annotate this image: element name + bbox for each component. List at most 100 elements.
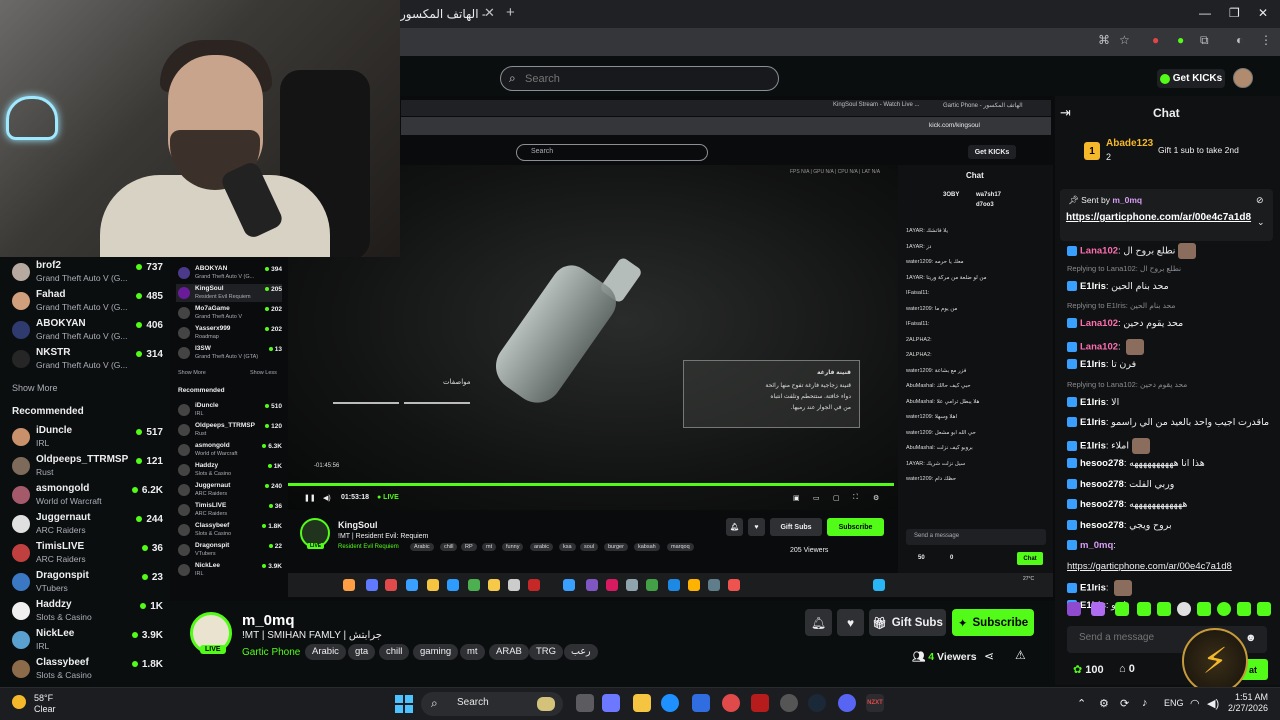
unpin-icon[interactable]: ⊘ bbox=[1256, 195, 1264, 206]
show-more-link[interactable]: Show More bbox=[12, 383, 58, 393]
gift-subs-button[interactable]: 🎁︎ Gift Subs bbox=[869, 609, 946, 636]
clock[interactable]: 1:51 AM 2/27/2026 bbox=[1228, 692, 1268, 714]
adobe-icon[interactable] bbox=[751, 694, 769, 712]
chat-username[interactable]: E1Iris bbox=[1080, 440, 1106, 451]
sidebar-channel[interactable]: brof2 Grand Theft Auto V (G... 737 bbox=[8, 257, 163, 285]
channel-avatar bbox=[12, 350, 30, 368]
chat-username[interactable]: E1Iris bbox=[1080, 582, 1106, 593]
extension-icon[interactable]: ● bbox=[1152, 33, 1159, 47]
panel-line: من في الجوار عند رميها. bbox=[790, 405, 851, 411]
collapse-chat-icon[interactable]: ⇥ bbox=[1060, 105, 1071, 121]
volume-icon[interactable]: ◀) bbox=[1207, 697, 1219, 710]
menu-icon[interactable]: ⋮ bbox=[1260, 33, 1272, 47]
search-input[interactable] bbox=[525, 70, 765, 88]
recommended-channel[interactable]: Classybeef Slots & Casino 1.8K bbox=[8, 654, 163, 682]
nzxt-icon[interactable]: NZXT bbox=[866, 694, 884, 712]
stream-tag[interactable]: ARAB bbox=[489, 644, 529, 660]
microphone-icon[interactable]: ♪ bbox=[1142, 697, 1148, 709]
sidebar-channel[interactable]: Fahad Grand Theft Auto V (G... 485 bbox=[8, 286, 163, 314]
chat-username[interactable]: E1Iris bbox=[1080, 359, 1106, 370]
task-view-icon[interactable] bbox=[576, 694, 594, 712]
file-explorer-icon[interactable] bbox=[633, 694, 651, 712]
chat-username[interactable]: E1Iris bbox=[1080, 281, 1106, 292]
stream-tag[interactable]: رعب bbox=[564, 644, 598, 660]
pinned-link[interactable]: https://garticphone.com/ar/00e4c7a1d8 bbox=[1066, 212, 1252, 224]
viewers-number: 4 bbox=[928, 651, 935, 663]
chat-username[interactable]: hesoo278 bbox=[1080, 499, 1124, 510]
settings-icon[interactable]: ⚙ bbox=[1099, 697, 1109, 710]
search-bar[interactable]: ⌕ bbox=[500, 66, 779, 91]
chevron-up-icon[interactable]: ⌃ bbox=[1077, 697, 1086, 710]
steam-icon[interactable] bbox=[808, 694, 826, 712]
chat-username[interactable]: Lana102 bbox=[1080, 341, 1118, 352]
chat-username[interactable]: m_0mq bbox=[1080, 540, 1113, 551]
chrome-icon[interactable] bbox=[722, 694, 740, 712]
sync-icon[interactable]: ⟳ bbox=[1120, 697, 1129, 710]
nested-chat-title: Chat bbox=[966, 171, 984, 180]
browser-tab[interactable]: الهاتف المكسور - bbox=[400, 7, 486, 21]
report-icon[interactable]: ⚠ bbox=[1015, 648, 1026, 662]
get-kicks-button[interactable]: Get KICKs bbox=[1157, 69, 1225, 88]
stream-tag[interactable]: TRG bbox=[529, 644, 564, 660]
subscribe-button[interactable]: ✦ Subscribe bbox=[952, 609, 1034, 636]
bookmark-star-icon[interactable]: ☆ bbox=[1119, 33, 1130, 47]
maximize-icon[interactable]: ❐ bbox=[1229, 6, 1240, 20]
close-tab-icon[interactable]: ✕ bbox=[484, 5, 495, 21]
app-icon[interactable] bbox=[780, 694, 798, 712]
user-avatar[interactable] bbox=[1233, 68, 1253, 88]
nested-chat-button: Chat bbox=[1017, 552, 1043, 565]
close-window-icon[interactable]: ✕ bbox=[1258, 6, 1268, 20]
windows-start-icon[interactable] bbox=[395, 695, 413, 713]
chat-text: فرن تا bbox=[1111, 359, 1137, 370]
stream-tag[interactable]: mt bbox=[460, 644, 485, 660]
emote-bar[interactable] bbox=[1067, 602, 1271, 618]
new-tab-icon[interactable]: + bbox=[506, 4, 515, 21]
recommended-channel[interactable]: Haddzy Slots & Casino 1K bbox=[8, 596, 163, 624]
share-icon[interactable]: ⋖ bbox=[984, 649, 994, 663]
chat-username[interactable]: hesoo278 bbox=[1080, 520, 1124, 531]
gift-prompt[interactable]: Gift 1 sub to take 2nd bbox=[1158, 145, 1239, 155]
edge-icon[interactable] bbox=[661, 694, 679, 712]
emoji-picker-icon[interactable]: ☻ bbox=[1245, 632, 1257, 644]
sidebar-channel[interactable]: ABOKYAN Grand Theft Auto V (G... 406 bbox=[8, 315, 163, 343]
kick-points[interactable]: ✿ 100 bbox=[1073, 663, 1104, 676]
recommended-channel[interactable]: asmongold World of Warcraft 6.2K bbox=[8, 480, 163, 508]
extensions-puzzle-icon[interactable]: ⧉ bbox=[1200, 33, 1209, 48]
taskbar-search[interactable]: ⌕ Search bbox=[421, 692, 563, 716]
nested-tag: kabsah bbox=[634, 543, 660, 551]
store-icon[interactable] bbox=[692, 694, 710, 712]
recommended-channel[interactable]: Juggernaut ARC Raiders 244 bbox=[8, 509, 163, 537]
wifi-icon[interactable]: ◠ bbox=[1190, 697, 1200, 710]
stream-tag[interactable]: Arabic bbox=[305, 644, 346, 660]
stream-tag[interactable]: chill bbox=[379, 644, 410, 660]
minimize-icon[interactable]: — bbox=[1199, 6, 1211, 20]
recommended-channel[interactable]: Dragonspit VTubers 23 bbox=[8, 567, 163, 595]
chat-username[interactable]: hesoo278 bbox=[1080, 458, 1124, 469]
translate-icon[interactable]: ⌘ bbox=[1098, 33, 1110, 47]
stream-tag[interactable]: gta bbox=[348, 644, 376, 660]
recommended-channel[interactable]: NickLee IRL 3.9K bbox=[8, 625, 163, 653]
chest-count[interactable]: ⌂ 0 bbox=[1119, 663, 1135, 675]
sidebar-channel[interactable]: NKSTR Grand Theft Auto V (G... 314 bbox=[8, 344, 163, 372]
chat-username[interactable]: E1Iris bbox=[1080, 417, 1106, 428]
extension-icon[interactable]: ● bbox=[1177, 33, 1184, 47]
stream-tag[interactable]: gaming bbox=[413, 644, 459, 660]
follow-heart-icon[interactable]: ♥ bbox=[837, 609, 864, 636]
chat-link[interactable]: https://garticphone.com/ar/00e4c7a1d8 bbox=[1067, 561, 1232, 572]
language-indicator[interactable]: ENG bbox=[1164, 698, 1184, 708]
discord-icon[interactable] bbox=[838, 694, 856, 712]
profile-icon[interactable]: ◐ bbox=[1236, 33, 1243, 47]
chat-username[interactable]: Lana102 bbox=[1080, 318, 1118, 329]
recommended-channel[interactable]: TimisLIVE ARC Raiders 36 bbox=[8, 538, 163, 566]
chat-username[interactable]: E1Iris bbox=[1080, 397, 1106, 408]
chat-username[interactable]: Lana102 bbox=[1080, 246, 1118, 257]
stream-category[interactable]: Gartic Phone bbox=[242, 647, 300, 658]
copilot-icon[interactable] bbox=[602, 694, 620, 712]
chat-username[interactable]: hesoo278 bbox=[1080, 479, 1124, 490]
streamer-name[interactable]: m_0mq bbox=[242, 612, 295, 629]
recommended-channel[interactable]: Oldpeeps_TTRMSP Rust 121 bbox=[8, 451, 163, 479]
notification-bell-icon[interactable]: 🔔︎ bbox=[805, 609, 832, 636]
nested-chat-input: Send a message bbox=[906, 529, 1046, 545]
chevron-down-icon[interactable]: ⌄ bbox=[1257, 217, 1265, 228]
recommended-channel[interactable]: iDuncle IRL 517 bbox=[8, 422, 163, 450]
